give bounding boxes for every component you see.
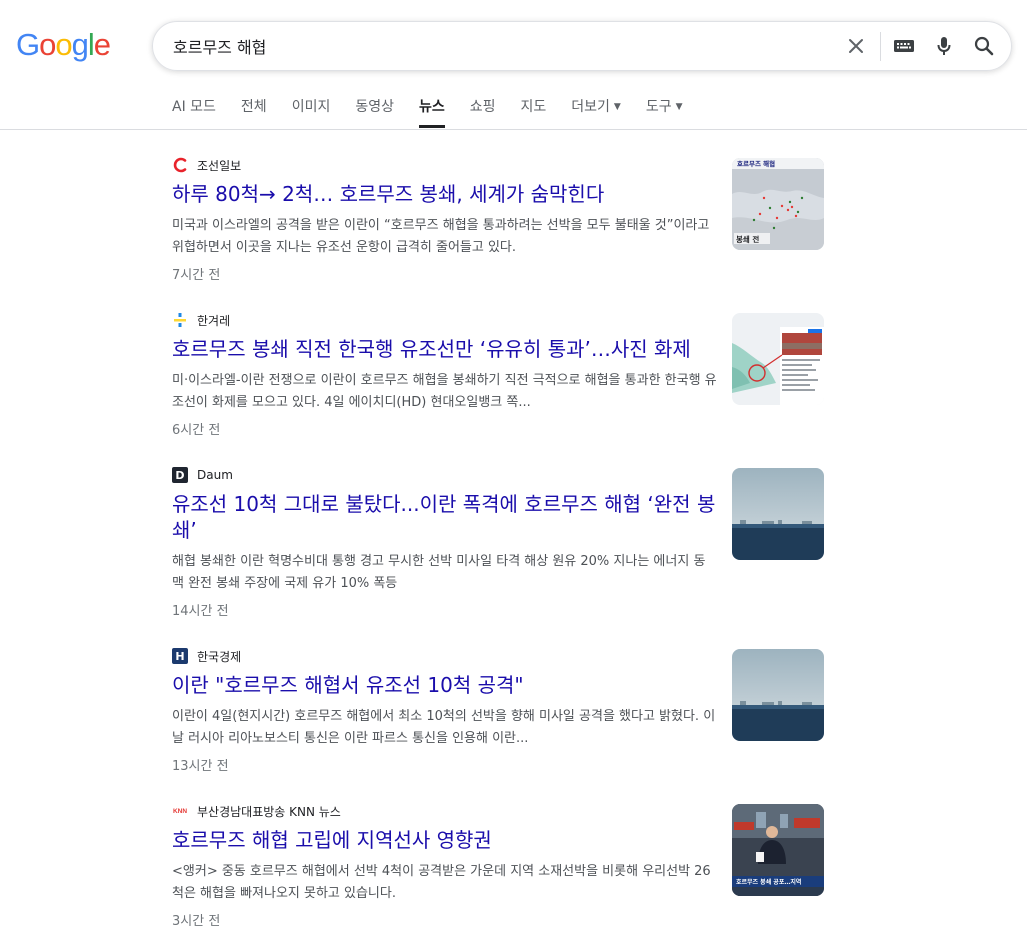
source-name: 한겨레 — [197, 313, 231, 328]
result-title-link[interactable]: 하루 80척→ 2척… 호르무즈 봉쇄, 세계가 숨막힌다 — [172, 181, 717, 207]
tab-label: 쇼핑 — [469, 99, 496, 115]
tab-all[interactable]: 전체 — [241, 96, 267, 128]
tab-label: 지도 — [520, 99, 547, 115]
tab-label: 동영상 — [355, 99, 394, 115]
tab-label: 이미지 — [291, 99, 331, 115]
close-icon[interactable] — [845, 35, 867, 57]
tab-more[interactable]: 더보기 ▼ — [571, 96, 621, 128]
thumbnail-label: 봉쇄 전 — [736, 234, 759, 244]
logo-letter: o — [55, 27, 72, 62]
search-box — [152, 21, 1012, 71]
news-result: H 한국경제 이란 "호르무즈 해협서 유조선 10척 공격" 이란이 4일(현… — [172, 647, 832, 774]
result-thumbnail[interactable] — [732, 313, 824, 405]
result-thumbnail[interactable] — [732, 649, 824, 741]
result-snippet: 미·이스라엘-이란 전쟁으로 이란이 호르무즈 해협을 봉쇄하기 직전 극적으로… — [172, 373, 717, 410]
search-divider — [880, 32, 881, 61]
result-timestamp: 13시간 전 — [172, 759, 229, 774]
tab-news[interactable]: 뉴스 — [418, 96, 445, 128]
search-icon[interactable] — [973, 35, 995, 57]
thumbnail-caption: 호르무즈 해협 — [737, 159, 775, 168]
result-thumbnail[interactable] — [732, 468, 824, 560]
chevron-down-icon: ▼ — [675, 102, 683, 112]
result-timestamp: 3시간 전 — [172, 914, 221, 929]
hankyung-logo-icon: H — [172, 648, 188, 664]
tab-maps[interactable]: 지도 — [521, 96, 547, 128]
logo-letter: g — [71, 27, 89, 62]
logo-letter: o — [39, 27, 56, 62]
source-name: 조선일보 — [197, 158, 242, 173]
search-header: Google AI 모드 전체 이미지 동영상 뉴스 쇼핑 지도 더보기▼ 도구… — [0, 0, 1027, 130]
result-title-link[interactable]: 유조선 10척 그대로 불탔다...이란 폭격에 호르무즈 해협 ‘완전 봉쇄’ — [172, 491, 717, 543]
source-name: 한국경제 — [197, 649, 242, 664]
news-result: 조선일보 하루 80척→ 2척… 호르무즈 봉쇄, 세계가 숨막힌다 미국과 이… — [172, 156, 832, 283]
news-result: D Daum 유조선 10척 그대로 불탔다...이란 폭격에 호르무즈 해협 … — [172, 466, 832, 619]
knn-logo-icon: KNN — [172, 807, 188, 815]
search-input[interactable] — [173, 22, 813, 70]
tab-label: 전체 — [240, 99, 267, 115]
tab-label: 더보기 — [571, 99, 610, 115]
tab-tools[interactable]: 도구 ▼ — [646, 96, 683, 128]
result-thumbnail[interactable]: 호르무즈 해협 봉쇄 전 — [732, 158, 824, 250]
result-snippet: 해협 봉쇄한 이란 혁명수비대 통행 경고 무시한 선박 미사일 타격 해상 원… — [172, 554, 706, 591]
result-snippet: 이란이 4일(현지시간) 호르무즈 해협에서 최소 10척의 선박을 향해 미사… — [172, 709, 716, 746]
news-result: 한겨레 호르무즈 봉쇄 직전 한국행 유조선만 ‘유유히 통과’…사진 화제 미… — [172, 311, 832, 438]
result-title-link[interactable]: 호르무즈 해협 고립에 지역선사 영향권 — [172, 827, 717, 853]
result-thumbnail[interactable]: 호르무즈 봉쇄 공포…지역 — [732, 804, 824, 896]
keyboard-icon[interactable] — [893, 35, 915, 57]
google-logo[interactable]: Google — [16, 27, 111, 63]
result-snippet: 미국과 이스라엘의 공격을 받은 이란이 “호르무즈 해협을 통과하려는 선박을… — [172, 218, 710, 255]
source-name: Daum — [197, 468, 233, 482]
thumbnail-caption: 호르무즈 봉쇄 공포…지역 — [736, 878, 801, 886]
chosun-logo-icon — [172, 157, 188, 173]
result-timestamp: 7시간 전 — [172, 268, 221, 283]
tab-ai-mode[interactable]: AI 모드 — [172, 96, 216, 128]
tab-shopping[interactable]: 쇼핑 — [470, 96, 496, 128]
source-name: 부산경남대표방송 KNN 뉴스 — [197, 804, 341, 819]
daum-logo-icon: D — [172, 467, 188, 483]
tab-label: 뉴스 — [418, 99, 445, 115]
result-timestamp: 14시간 전 — [172, 604, 229, 619]
result-snippet: <앵커> 중동 호르무즈 해협에서 선박 4척이 공격받은 가운데 지역 소재선… — [172, 864, 711, 901]
logo-letter: e — [93, 27, 111, 62]
logo-letter: G — [16, 27, 40, 62]
chevron-down-icon: ▼ — [613, 102, 621, 112]
tab-label: 도구 — [645, 99, 672, 115]
tab-images[interactable]: 이미지 — [292, 96, 331, 128]
news-result: KNN 부산경남대표방송 KNN 뉴스 호르무즈 해협 고립에 지역선사 영향권… — [172, 802, 832, 929]
hani-logo-icon — [172, 312, 188, 328]
tab-label: AI 모드 — [172, 99, 216, 115]
result-title-link[interactable]: 이란 "호르무즈 해협서 유조선 10척 공격" — [172, 672, 717, 698]
tab-videos[interactable]: 동영상 — [355, 96, 394, 128]
result-title-link[interactable]: 호르무즈 봉쇄 직전 한국행 유조선만 ‘유유히 통과’…사진 화제 — [172, 336, 717, 362]
result-timestamp: 6시간 전 — [172, 423, 221, 438]
search-tabs: AI 모드 전체 이미지 동영상 뉴스 쇼핑 지도 더보기 ▼ 도구 ▼ — [172, 96, 708, 128]
microphone-icon[interactable] — [933, 35, 955, 57]
